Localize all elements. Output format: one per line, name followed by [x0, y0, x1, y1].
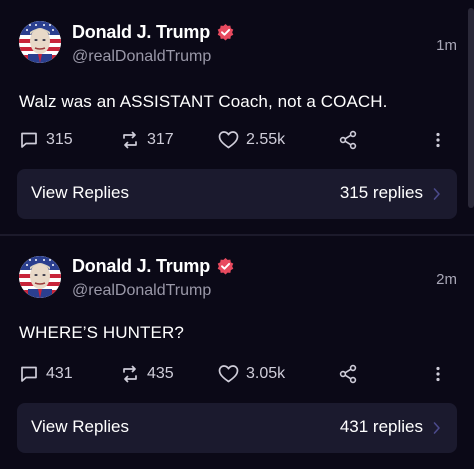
chevron-right-icon	[433, 422, 440, 434]
scrollbar[interactable]	[468, 8, 474, 208]
post: Donald J. Trump @realDonaldTrump 1m Walz…	[0, 0, 474, 234]
more-options-button[interactable]	[435, 361, 441, 387]
more-options-button[interactable]	[435, 127, 441, 153]
repost-icon	[123, 131, 137, 149]
repost-icon	[123, 365, 137, 383]
verified-badge-icon	[217, 257, 234, 274]
replies-count: 431 replies	[339, 417, 423, 436]
author-row: Donald J. Trump	[72, 254, 235, 278]
comment-button[interactable]: 431	[19, 361, 73, 387]
repost-button[interactable]: 317	[120, 127, 174, 153]
comment-icon	[21, 132, 37, 148]
view-replies-label: View Replies	[31, 417, 129, 436]
view-replies-button[interactable]: View Replies 431 replies	[17, 403, 457, 453]
like-count: 3.05k	[246, 365, 286, 382]
author-name[interactable]: Donald J. Trump	[72, 256, 210, 277]
post-timestamp: 1m	[436, 37, 457, 54]
more-vertical-icon	[436, 366, 440, 382]
author-handle[interactable]: @realDonaldTrump	[72, 282, 211, 300]
post-timestamp: 2m	[436, 271, 457, 288]
share-icon	[339, 130, 357, 150]
heart-icon	[218, 365, 239, 383]
comment-icon	[21, 366, 37, 382]
like-count: 2.55k	[246, 131, 286, 148]
comment-count: 315	[46, 131, 73, 148]
more-vertical-icon	[436, 132, 440, 148]
post-actions: 315 317 2.55k	[17, 127, 457, 153]
author-row: Donald J. Trump	[72, 20, 235, 44]
share-icon	[339, 364, 357, 384]
post-text: WHERE’S HUNTER?	[19, 323, 184, 342]
post-text: Walz was an ASSISTANT Coach, not a COACH…	[19, 92, 388, 111]
post-actions: 431 435 3.05k	[17, 361, 457, 387]
heart-icon	[218, 131, 239, 149]
repost-count: 435	[147, 365, 174, 382]
author-handle[interactable]: @realDonaldTrump	[72, 48, 211, 66]
repost-count: 317	[147, 131, 174, 148]
repost-button[interactable]: 435	[120, 361, 174, 387]
replies-count: 315 replies	[339, 183, 423, 202]
avatar[interactable]	[19, 21, 61, 63]
share-button[interactable]	[338, 361, 358, 387]
comment-count: 431	[46, 365, 73, 382]
avatar[interactable]	[19, 256, 61, 298]
like-button[interactable]: 2.55k	[218, 127, 285, 153]
verified-badge-icon	[217, 23, 234, 40]
like-button[interactable]: 3.05k	[218, 361, 285, 387]
chevron-right-icon	[433, 188, 440, 200]
feed: Donald J. Trump @realDonaldTrump 1m Walz…	[0, 0, 474, 469]
view-replies-button[interactable]: View Replies 315 replies	[17, 169, 457, 219]
post: Donald J. Trump @realDonaldTrump 2m WHER…	[0, 236, 474, 469]
comment-button[interactable]: 315	[19, 127, 73, 153]
share-button[interactable]	[338, 127, 358, 153]
author-name[interactable]: Donald J. Trump	[72, 22, 210, 43]
view-replies-label: View Replies	[31, 183, 129, 202]
